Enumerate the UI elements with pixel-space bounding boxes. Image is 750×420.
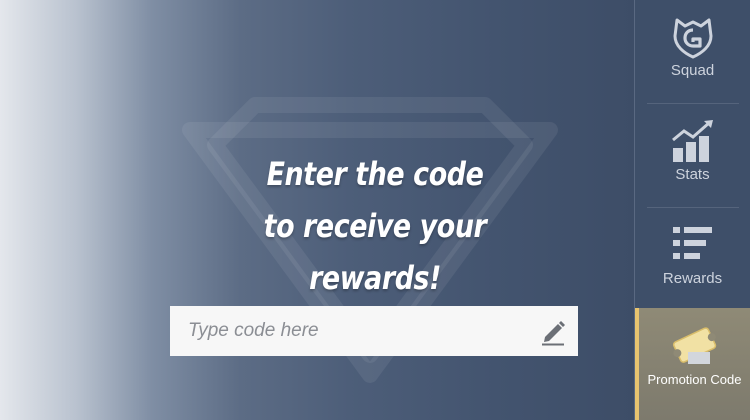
pencil-icon[interactable] [540,316,566,346]
sidebar-item-stats[interactable]: Stats [635,104,750,206]
code-input[interactable] [188,320,540,342]
list-icon [672,227,712,259]
sidebar-item-squad[interactable]: Squad [635,0,750,102]
sidebar-item-label: Rewards [662,270,723,287]
bar-chart-icon [671,120,713,162]
sidebar-nav: Squad Stats Rewards Promotion Code [634,0,750,420]
code-input-box[interactable] [170,306,578,356]
sidebar-item-label: Stats [675,166,710,183]
headline-line-2: to receive your [263,207,487,245]
headline: Enter the code to receive your rewards! [236,148,513,304]
sidebar-item-promotion-code[interactable]: Promotion Code [635,308,750,420]
sidebar-item-rewards[interactable]: Rewards [635,208,750,310]
squad-shield-icon [673,18,712,59]
ticket-icon [672,327,716,364]
headline-line-3: rewards! [309,259,441,297]
sidebar-item-label: Squad [670,62,715,79]
headline-line-1: Enter the code [266,155,484,193]
promotion-code-panel: Enter the code to receive your rewards! [0,0,634,420]
sidebar-item-label: Promotion Code [647,372,742,387]
